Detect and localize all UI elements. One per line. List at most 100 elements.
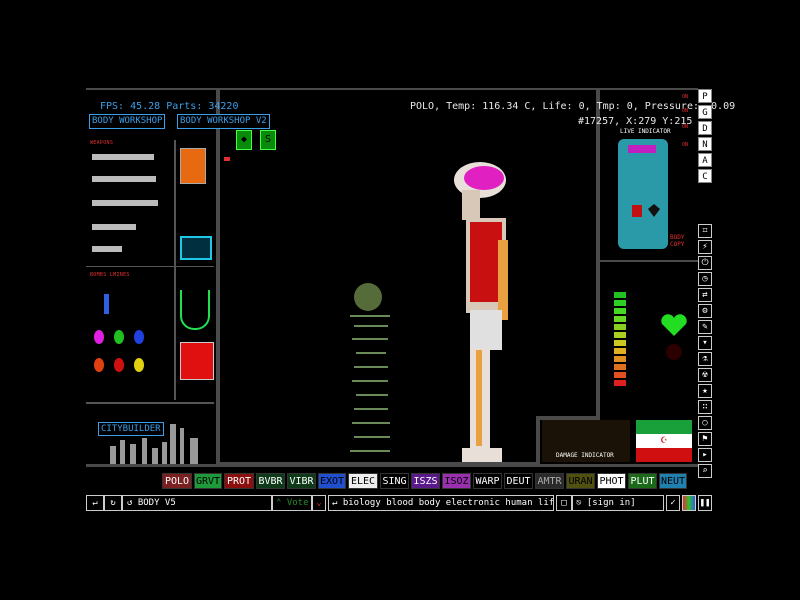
newtonian-menu-button[interactable]: N bbox=[698, 137, 712, 151]
green-switch-icon[interactable]: ◆ bbox=[236, 130, 252, 150]
plug-icon[interactable]: ⚡ bbox=[698, 240, 712, 254]
wrench-icon[interactable]: ⚙ bbox=[698, 304, 712, 318]
left-panel-rule bbox=[86, 266, 214, 267]
health-bar-segment bbox=[614, 380, 626, 386]
grenade-magenta-icon[interactable] bbox=[94, 330, 104, 344]
live-indicator-label: LIVE INDICATOR bbox=[620, 128, 671, 135]
grenade-orange-icon[interactable] bbox=[94, 358, 104, 372]
tag-icon: ↵ bbox=[332, 498, 343, 508]
pause-menu-button[interactable]: P bbox=[698, 89, 712, 103]
element-button-grvt[interactable]: GRVT bbox=[194, 473, 222, 489]
reload-button[interactable]: ↻ bbox=[104, 495, 122, 511]
element-button-uran[interactable]: URAN bbox=[566, 473, 595, 489]
drop-icon[interactable]: ▾ bbox=[698, 336, 712, 350]
smg-icon[interactable] bbox=[92, 224, 136, 230]
element-button-polo[interactable]: POLO bbox=[162, 473, 192, 489]
health-bar-segment bbox=[614, 324, 626, 330]
grenade-green-icon[interactable] bbox=[114, 330, 124, 344]
health-bar-segment bbox=[614, 316, 626, 322]
pen-icon[interactable]: ✎ bbox=[698, 320, 712, 334]
cyan-crate-icon[interactable] bbox=[180, 236, 212, 260]
step-wall-vertical bbox=[536, 416, 540, 466]
green-switch-s-icon[interactable]: S bbox=[260, 130, 276, 150]
shotgun-icon[interactable] bbox=[92, 200, 158, 206]
renderer-button[interactable] bbox=[682, 495, 696, 511]
vote-down-button[interactable]: ⌄ bbox=[312, 495, 326, 511]
rifle-icon[interactable] bbox=[92, 154, 154, 160]
tags-text: biology blood body electronic human life… bbox=[342, 498, 554, 508]
new-simulation-button[interactable]: □ bbox=[556, 495, 572, 511]
pause-button[interactable]: ❚❚ bbox=[698, 495, 712, 511]
gravity-menu-button[interactable]: G bbox=[698, 105, 712, 119]
sim-left-wall bbox=[216, 88, 220, 464]
element-button-amtr[interactable]: AMTR bbox=[535, 473, 564, 489]
body-copy-label[interactable]: BODY COPY bbox=[670, 234, 694, 248]
orange-block-icon[interactable] bbox=[180, 148, 206, 184]
element-button-iszs[interactable]: ISZS bbox=[411, 473, 440, 489]
element-button-plut[interactable]: PLUT bbox=[628, 473, 657, 489]
display-menu-button[interactable]: D bbox=[698, 121, 712, 135]
element-button-warp[interactable]: WARP bbox=[473, 473, 502, 489]
thumbs-up-icon: ⌃ bbox=[276, 498, 282, 508]
detonator-icon[interactable] bbox=[104, 294, 109, 314]
element-button-exot[interactable]: EXOT bbox=[318, 473, 346, 489]
tags-field[interactable]: ↵ biology blood body electronic human li… bbox=[328, 495, 554, 511]
vote-label: Vote bbox=[286, 498, 309, 508]
left-panel-divider bbox=[174, 140, 176, 400]
save-name-field[interactable]: ↺ BODY V5 bbox=[122, 495, 272, 511]
grenade-yellow-icon[interactable] bbox=[134, 358, 144, 372]
pistol-icon[interactable] bbox=[92, 246, 122, 252]
open-save-button[interactable]: ↵ bbox=[86, 495, 104, 511]
element-button-phot[interactable]: PHOT bbox=[597, 473, 626, 489]
green-claw-icon[interactable] bbox=[180, 290, 210, 330]
rifle-icon[interactable] bbox=[92, 176, 156, 182]
on-label: ON bbox=[682, 94, 689, 100]
clock-icon[interactable]: ◷ bbox=[698, 272, 712, 286]
bulb-icon[interactable]: ○ bbox=[698, 416, 712, 430]
grenade-red-icon[interactable] bbox=[114, 358, 124, 372]
save-icon: ↺ bbox=[127, 498, 138, 508]
health-bar-segment bbox=[614, 308, 626, 314]
grid-icon[interactable]: ⌗ bbox=[698, 224, 712, 238]
save-name: BODY V5 bbox=[137, 498, 176, 508]
element-button-deut[interactable]: DEUT bbox=[504, 473, 533, 489]
red-block-icon[interactable] bbox=[180, 342, 214, 380]
health-bar-segment bbox=[614, 332, 626, 338]
element-button-isoz[interactable]: ISOZ bbox=[442, 473, 471, 489]
star-icon[interactable]: ★ bbox=[698, 384, 712, 398]
coordinate-readout: #17257, X:279 Y:215 bbox=[578, 116, 693, 127]
health-bar-segment bbox=[614, 292, 626, 298]
cursor-icon[interactable]: ▸ bbox=[698, 448, 712, 462]
arrows-icon[interactable]: ⇄ bbox=[698, 288, 712, 302]
top-wall bbox=[86, 88, 698, 90]
red-marker-icon bbox=[224, 157, 230, 161]
flask-icon[interactable]: ⚗ bbox=[698, 352, 712, 366]
dim-heart-icon bbox=[666, 344, 682, 360]
save-tab-body-workshop[interactable]: BODY WORKSHOP bbox=[89, 114, 166, 129]
element-button-vibr[interactable]: VIBR bbox=[287, 473, 316, 489]
settings-button[interactable]: ✓ bbox=[666, 495, 680, 511]
element-button-prot[interactable]: PROT bbox=[224, 473, 254, 489]
clear-menu-button[interactable]: C bbox=[698, 169, 712, 183]
radiation-icon[interactable]: ☢ bbox=[698, 368, 712, 382]
signin-button[interactable]: ⎋ [sign in] bbox=[572, 495, 664, 511]
power-icon[interactable]: ⏻ bbox=[698, 256, 712, 270]
dots-icon[interactable]: ∷ bbox=[698, 400, 712, 414]
vote-up-button[interactable]: ⌃ Vote bbox=[272, 495, 312, 511]
weapons-label: WEAPONS bbox=[90, 140, 114, 146]
on-label: ON bbox=[682, 124, 689, 130]
human-body-figure[interactable] bbox=[440, 160, 520, 465]
search-icon[interactable]: ⌕ bbox=[698, 464, 712, 478]
flag-icon[interactable]: ⚑ bbox=[698, 432, 712, 446]
air-menu-button[interactable]: A bbox=[698, 153, 712, 167]
element-button-neut[interactable]: NEUT bbox=[659, 473, 687, 489]
body-silhouette-indicator bbox=[618, 139, 668, 249]
element-button-sing[interactable]: SING bbox=[380, 473, 409, 489]
right-panel-rule bbox=[600, 260, 698, 262]
grenade-blue-icon[interactable] bbox=[134, 330, 144, 344]
fps-readout: FPS: 45.28 Parts: 34220 bbox=[100, 101, 239, 112]
health-bar-segment bbox=[614, 356, 626, 362]
element-button-elec[interactable]: ELEC bbox=[348, 473, 378, 489]
save-tab-body-workshop-v2[interactable]: BODY WORKSHOP V2 bbox=[177, 114, 270, 129]
element-button-bvbr[interactable]: BVBR bbox=[256, 473, 285, 489]
